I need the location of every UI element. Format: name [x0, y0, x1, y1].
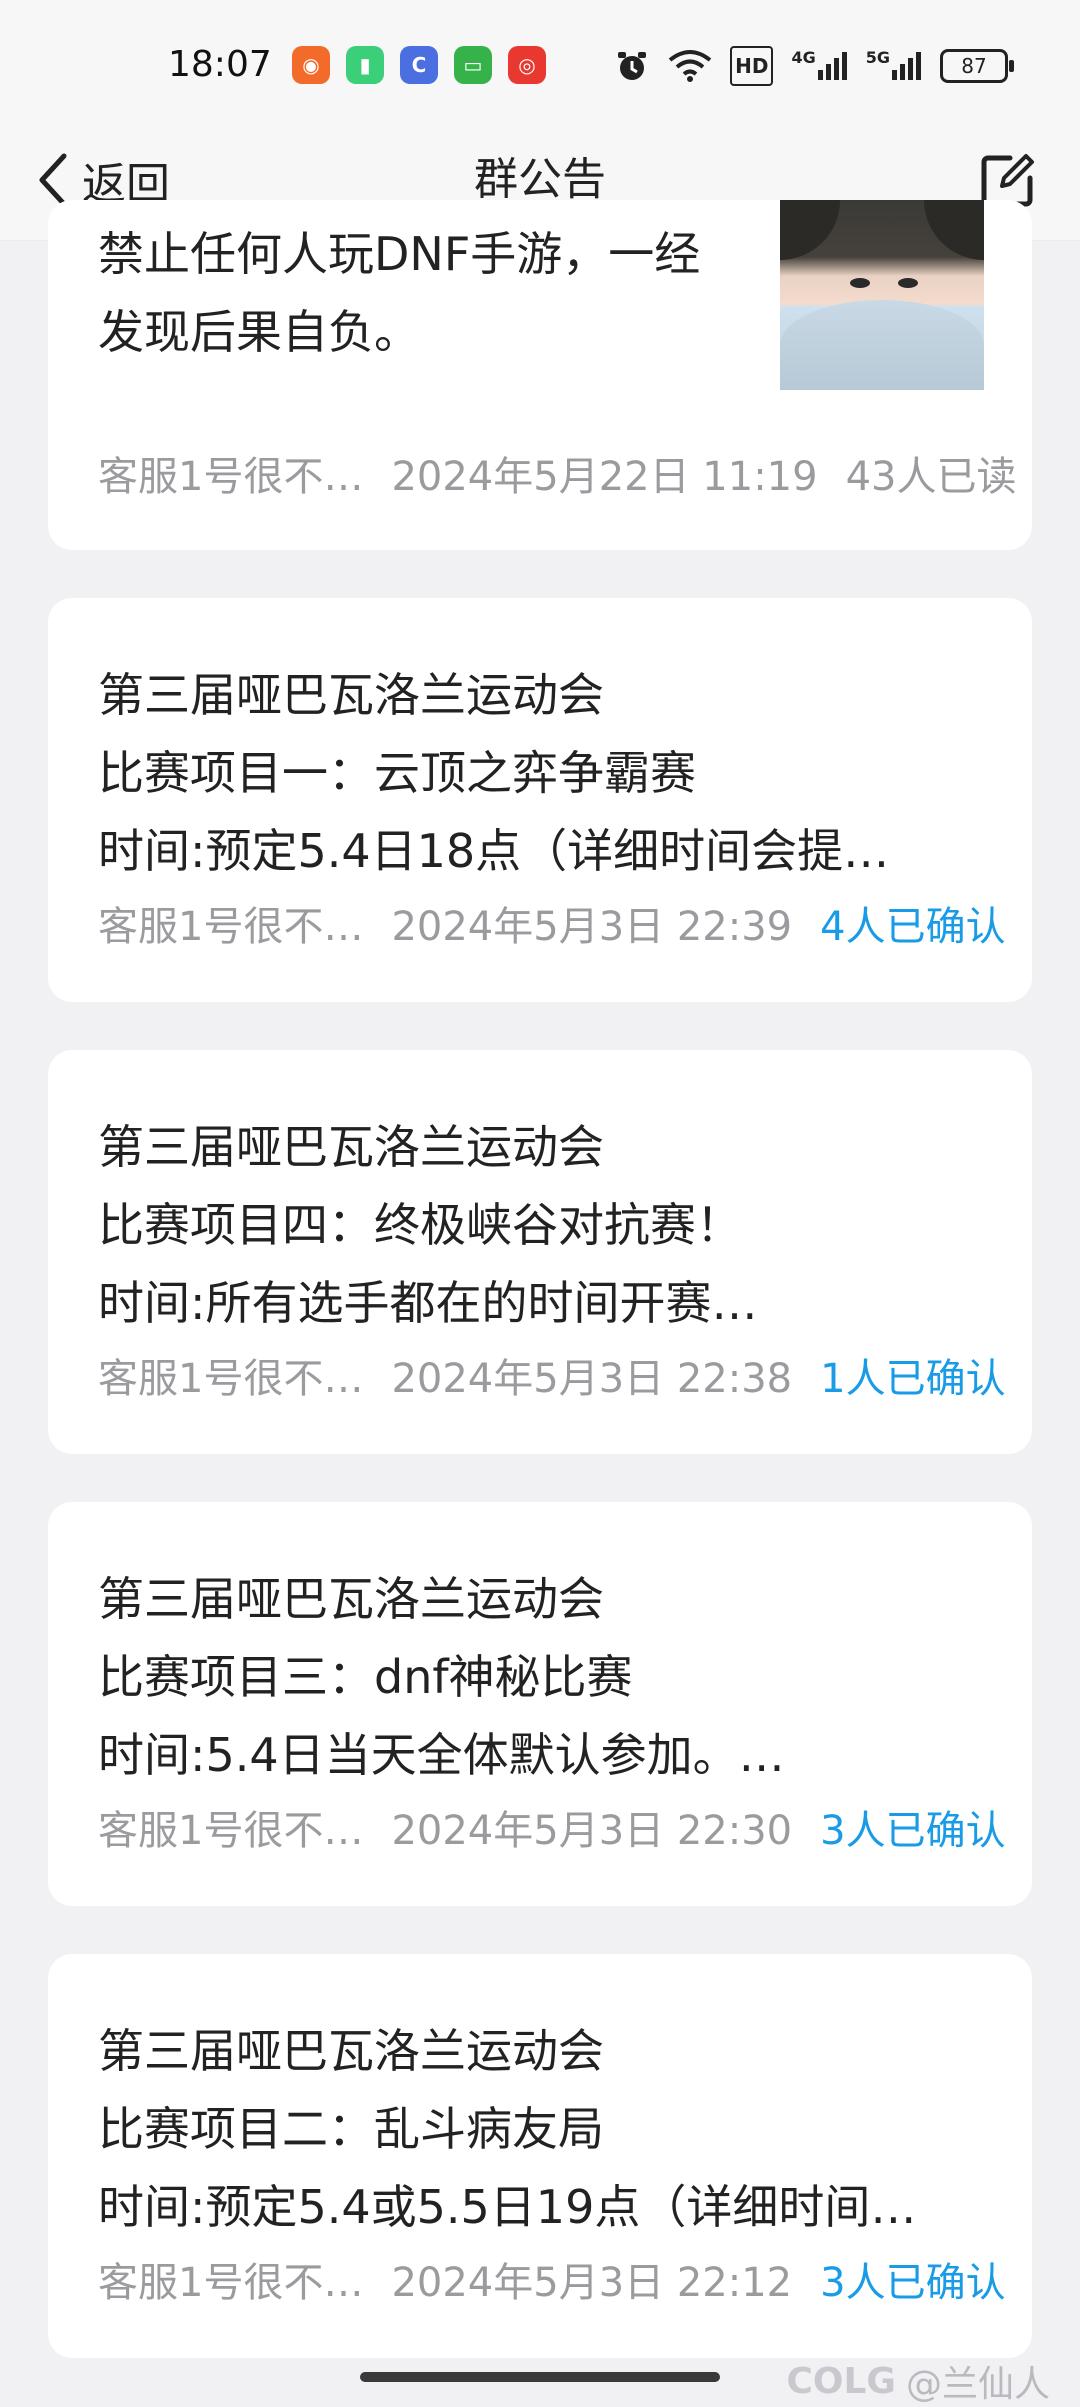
announcement-line: 第三届哑巴瓦洛兰运动会	[98, 668, 604, 722]
announcement-meta: 客服1号很不… 2024年5月22日 11:19 43人已读	[98, 444, 1017, 502]
signal-5g-icon: 5G	[866, 48, 922, 84]
announcement-datetime: 2024年5月3日 22:39	[391, 904, 793, 950]
announcement-datetime: 2024年5月3日 22:30	[391, 1808, 793, 1854]
announcement-body: 第三届哑巴瓦洛兰运动会 比赛项目二：乱斗病友局 时间:预定5.4或5.5日19点…	[98, 2012, 978, 2246]
announcement-line: 时间:5.4日当天全体默认参加。…	[98, 1728, 785, 1782]
announcement-confirm-count[interactable]: 3人已确认	[820, 1798, 1005, 1856]
signal-4g-icon: 4G	[791, 48, 847, 84]
announcement-line: 比赛项目二：乱斗病友局	[98, 2102, 604, 2156]
blanket-shape	[780, 300, 984, 390]
hair-shape	[924, 200, 984, 260]
watermark: COLG @兰仙人	[786, 2355, 1050, 2407]
announcement-datetime: 2024年5月3日 22:38	[391, 1356, 793, 1402]
status-time: 18:07	[168, 44, 272, 85]
announcement-line: 第三届哑巴瓦洛兰运动会	[98, 1120, 604, 1174]
announcement-card[interactable]: 第三届哑巴瓦洛兰运动会 比赛项目三：dnf神秘比赛 时间:5.4日当天全体默认参…	[48, 1502, 1032, 1906]
announcement-line: 时间:预定5.4日18点（详细时间会提…	[98, 824, 890, 878]
app-notification-icon: C	[400, 46, 438, 84]
announcement-body: 第三届哑巴瓦洛兰运动会 比赛项目四：终极峡谷对抗赛！ 时间:所有选手都在的时间开…	[98, 1108, 978, 1342]
announcement-author: 客服1号很不…	[98, 454, 364, 500]
announcement-confirm-count[interactable]: 1人已确认	[820, 1346, 1005, 1404]
notification-icons: ◉ ▮ C ▭ ◎	[292, 46, 546, 84]
app-notification-icon: ◎	[508, 46, 546, 84]
announcement-datetime: 2024年5月22日 11:19	[391, 454, 818, 500]
announcement-confirm-count[interactable]: 3人已确认	[820, 2250, 1005, 2308]
announcement-body: 禁止任何人玩DNF手游，一经 发现后果自负。	[98, 200, 798, 371]
announcement-meta: 客服1号很不… 2024年5月3日 22:30 3人已确认	[98, 1798, 1006, 1856]
app-notification-icon: ▮	[346, 46, 384, 84]
announcement-author: 客服1号很不…	[98, 1808, 364, 1854]
announcement-author: 客服1号很不…	[98, 2260, 364, 2306]
announcement-line: 禁止任何人玩DNF手游，一经	[98, 227, 701, 281]
system-icons: HD 4G 5G 87	[614, 46, 1014, 86]
chevron-left-icon	[39, 153, 67, 207]
announcement-author: 客服1号很不…	[98, 904, 364, 950]
watermark-text: @兰仙人	[905, 2364, 1050, 2405]
eye-shape	[850, 278, 870, 288]
app-notification-icon: ◉	[292, 46, 330, 84]
announcement-meta: 客服1号很不… 2024年5月3日 22:39 4人已确认	[98, 894, 1006, 952]
home-indicator[interactable]	[360, 2372, 720, 2382]
announcement-card[interactable]: 第三届哑巴瓦洛兰运动会 比赛项目二：乱斗病友局 时间:预定5.4或5.5日19点…	[48, 1954, 1032, 2358]
announcement-body: 第三届哑巴瓦洛兰运动会 比赛项目一：云顶之弈争霸赛 时间:预定5.4日18点（详…	[98, 656, 978, 890]
announcement-line: 时间:预定5.4或5.5日19点（详细时间…	[98, 2180, 917, 2234]
wifi-icon	[668, 48, 712, 84]
announcement-meta: 客服1号很不… 2024年5月3日 22:12 3人已确认	[98, 2250, 1006, 2308]
announcement-card[interactable]: 第三届哑巴瓦洛兰运动会 比赛项目一：云顶之弈争霸赛 时间:预定5.4日18点（详…	[48, 598, 1032, 1002]
announcement-meta: 客服1号很不… 2024年5月3日 22:38 1人已确认	[98, 1346, 1006, 1404]
announcement-image[interactable]	[780, 200, 984, 390]
announcement-read-count: 43人已读	[845, 454, 1017, 500]
announcement-card[interactable]: 禁止任何人玩DNF手游，一经 发现后果自负。 客服1号很不… 2024年5月22…	[48, 200, 1032, 550]
announcement-line: 第三届哑巴瓦洛兰运动会	[98, 1572, 604, 1626]
battery-icon: 87	[940, 49, 1014, 83]
eye-shape	[898, 278, 918, 288]
announcement-line: 比赛项目一：云顶之弈争霸赛	[98, 746, 696, 800]
announcement-author: 客服1号很不…	[98, 1356, 364, 1402]
announcement-datetime: 2024年5月3日 22:12	[391, 2260, 793, 2306]
announcement-confirm-count[interactable]: 4人已确认	[820, 894, 1005, 952]
hd-icon: HD	[730, 46, 774, 86]
watermark-logo: COLG	[786, 2360, 896, 2402]
announcement-line: 第三届哑巴瓦洛兰运动会	[98, 2024, 604, 2078]
announcement-line: 发现后果自负。	[98, 305, 420, 359]
alarm-icon	[614, 48, 650, 84]
announcement-line: 比赛项目四：终极峡谷对抗赛！	[98, 1198, 742, 1252]
announcement-body: 第三届哑巴瓦洛兰运动会 比赛项目三：dnf神秘比赛 时间:5.4日当天全体默认参…	[98, 1560, 978, 1794]
announcement-line: 比赛项目三：dnf神秘比赛	[98, 1650, 633, 1704]
announcement-card[interactable]: 第三届哑巴瓦洛兰运动会 比赛项目四：终极峡谷对抗赛！ 时间:所有选手都在的时间开…	[48, 1050, 1032, 1454]
announcement-line: 时间:所有选手都在的时间开赛…	[98, 1276, 758, 1330]
status-bar: 18:07 ◉ ▮ C ▭ ◎ HD 4G 5G 87	[0, 0, 1080, 120]
hair-shape	[780, 200, 840, 260]
message-icon: ▭	[454, 46, 492, 84]
